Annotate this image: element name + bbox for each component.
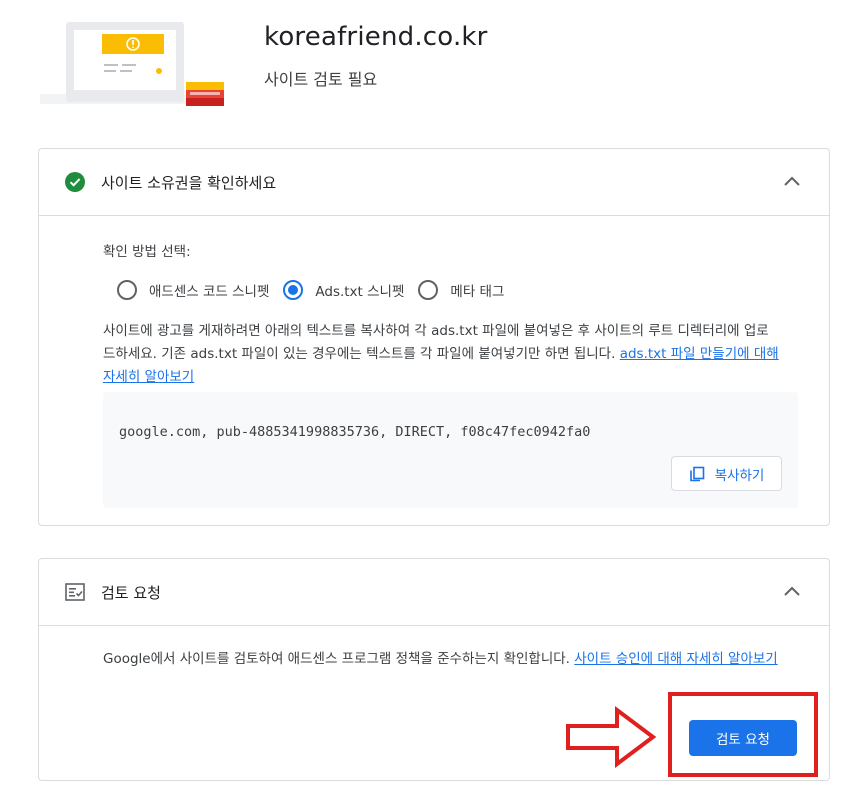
radio-ads-txt-snippet[interactable]: Ads.txt 스니펫 xyxy=(283,280,404,300)
review-card-header[interactable]: 검토 요청 xyxy=(39,559,829,626)
site-approval-learn-more-link[interactable]: 사이트 승인에 대해 자세히 알아보기 xyxy=(574,651,777,667)
ownership-card: 사이트 소유권을 확인하세요 확인 방법 선택: 애드센스 코드 스니펫 Ads… xyxy=(38,148,830,526)
radio-circle[interactable] xyxy=(117,280,137,300)
annotation-highlight-box xyxy=(668,692,818,777)
review-description: Google에서 사이트를 검토하여 애드센스 프로그램 정책을 준수하는지 확… xyxy=(103,648,803,671)
site-title: koreafriend.co.kr xyxy=(264,22,488,52)
radio-circle[interactable] xyxy=(283,280,304,300)
copy-button[interactable]: 복사하기 xyxy=(671,456,782,491)
method-label: 확인 방법 선택: xyxy=(103,244,191,260)
method-radio-group: 애드센스 코드 스니펫 Ads.txt 스니펫 메타 태그 xyxy=(117,280,518,300)
code-snippet-box: google.com, pub-4885341998835736, DIRECT… xyxy=(103,392,798,508)
radio-circle[interactable] xyxy=(418,280,439,300)
radio-label: 애드센스 코드 스니펫 xyxy=(149,284,270,300)
annotation-arrow-icon xyxy=(566,706,657,768)
copy-button-label: 복사하기 xyxy=(714,467,765,484)
chevron-up-icon[interactable] xyxy=(781,171,803,193)
radio-label: 메타 태그 xyxy=(450,284,505,300)
chevron-up-icon[interactable] xyxy=(781,581,803,603)
radio-meta-tag[interactable]: 메타 태그 xyxy=(418,280,504,300)
site-illustration xyxy=(40,22,224,106)
page: koreafriend.co.kr 사이트 검토 필요 사이트 소유권을 확인하… xyxy=(0,0,849,800)
radio-label: Ads.txt 스니펫 xyxy=(315,284,405,300)
ownership-card-header[interactable]: 사이트 소유권을 확인하세요 xyxy=(39,149,829,216)
check-circle-icon xyxy=(65,172,85,192)
site-status: 사이트 검토 필요 xyxy=(264,70,378,89)
radio-adsense-snippet[interactable]: 애드센스 코드 스니펫 xyxy=(117,280,269,300)
ads-txt-code: google.com, pub-4885341998835736, DIRECT… xyxy=(119,424,591,440)
ownership-title: 사이트 소유권을 확인하세요 xyxy=(101,173,277,192)
ads-txt-description: 사이트에 광고를 게재하려면 아래의 텍스트를 복사하여 각 ads.txt 파… xyxy=(103,320,779,389)
review-list-icon xyxy=(65,583,85,601)
review-description-text: Google에서 사이트를 검토하여 애드센스 프로그램 정책을 준수하는지 확… xyxy=(103,651,570,667)
review-title: 검토 요청 xyxy=(101,583,161,602)
copy-icon xyxy=(689,466,704,481)
